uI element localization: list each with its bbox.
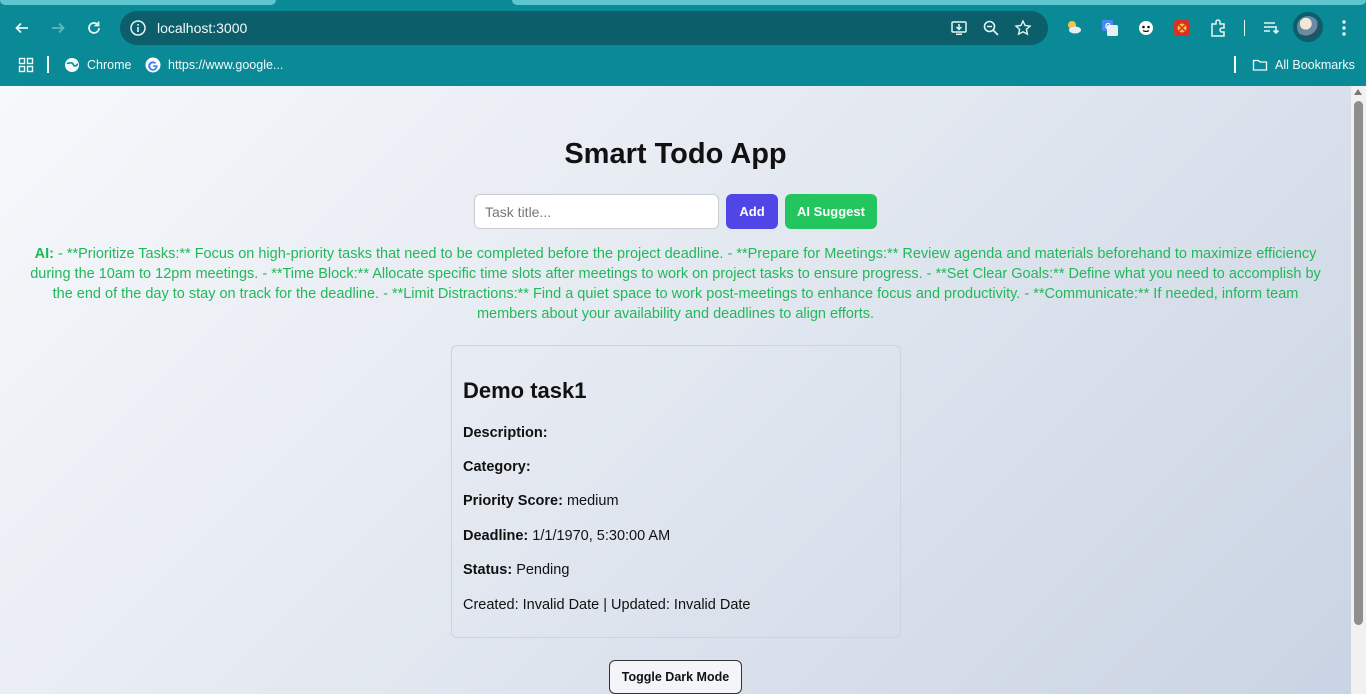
reload-icon[interactable]: [81, 15, 107, 41]
apps-grid-icon[interactable]: [18, 56, 34, 74]
bookmark-separator: [1234, 56, 1236, 73]
star-icon[interactable]: [1013, 18, 1033, 38]
bookmarks-bar: Chrome https://www.google... All Bookmar…: [0, 47, 1366, 85]
scroll-up-arrow-icon[interactable]: [1354, 89, 1362, 95]
ai-suggestion-body: - **Prioritize Tasks:** Focus on high-pr…: [30, 246, 1321, 322]
category-label: Category:: [463, 459, 531, 475]
face-extension-icon[interactable]: [1135, 17, 1157, 39]
toggle-dark-mode-button[interactable]: Toggle Dark Mode: [609, 660, 742, 694]
site-info-icon[interactable]: [129, 19, 147, 37]
extensions-puzzle-icon[interactable]: [1207, 17, 1229, 39]
all-bookmarks-label: All Bookmarks: [1275, 58, 1355, 72]
url-text[interactable]: localhost:3000: [157, 20, 247, 36]
task-status: Status: Pending: [463, 562, 569, 578]
reading-list-icon[interactable]: [1260, 17, 1282, 39]
globe-icon: [65, 58, 79, 72]
page-title: Smart Todo App: [564, 138, 787, 170]
status-label: Status:: [463, 562, 513, 578]
task-priority: Priority Score: medium: [463, 493, 619, 509]
scroll-thumb[interactable]: [1354, 101, 1363, 625]
deadline-label: Deadline:: [463, 528, 529, 544]
browser-toolbar: localhost:3000 G: [0, 10, 1366, 47]
tab-edge-left[interactable]: [0, 0, 276, 5]
bookmark-separator: [47, 56, 49, 73]
translate-extension-icon[interactable]: G: [1099, 17, 1121, 39]
ai-suggest-button[interactable]: AI Suggest: [785, 194, 877, 229]
task-card: Demo task1 Description: Category: Priori…: [451, 345, 901, 638]
folder-icon: [1252, 59, 1268, 71]
all-bookmarks[interactable]: All Bookmarks: [1252, 56, 1355, 74]
forward-icon[interactable]: [45, 15, 71, 41]
address-bar[interactable]: localhost:3000: [120, 11, 1048, 45]
task-description: Description:: [463, 425, 548, 441]
page-scrollbar[interactable]: [1351, 86, 1366, 694]
bookmark-chrome[interactable]: Chrome: [64, 56, 131, 74]
task-timestamps: Created: Invalid Date | Updated: Invalid…: [463, 597, 751, 613]
task-deadline: Deadline: 1/1/1970, 5:30:00 AM: [463, 528, 670, 544]
toolbar-divider: [1244, 20, 1245, 36]
task-title-input[interactable]: [474, 194, 719, 229]
task-title: Demo task1: [463, 378, 587, 403]
priority-label: Priority Score:: [463, 493, 563, 509]
google-icon: [145, 57, 161, 73]
weather-extension-icon[interactable]: [1063, 17, 1085, 39]
svg-text:G: G: [1105, 22, 1111, 31]
avatar-image: [1297, 16, 1319, 38]
priority-value: medium: [566, 493, 619, 509]
page-viewport: Smart Todo App Add AI Suggest AI: - **Pr…: [0, 86, 1366, 694]
install-app-icon[interactable]: [949, 18, 969, 38]
description-label: Description:: [463, 425, 548, 441]
bookmark-label: https://www.google...: [168, 58, 284, 72]
bookmark-label: Chrome: [87, 58, 132, 72]
back-icon[interactable]: [9, 15, 35, 41]
deadline-value: 1/1/1970, 5:30:00 AM: [532, 528, 671, 544]
badge-extension-icon[interactable]: [1171, 17, 1193, 39]
tab-strip: [0, 0, 1366, 10]
add-task-button[interactable]: Add: [726, 194, 778, 229]
status-value: Pending: [516, 562, 570, 578]
profile-avatar[interactable]: [1293, 12, 1323, 42]
task-category: Category:: [463, 459, 531, 475]
tab-edge-right[interactable]: [512, 0, 1366, 5]
ai-prefix: AI:: [34, 246, 54, 262]
ai-suggestion-text: AI: - **Prioritize Tasks:** Focus on hig…: [28, 244, 1323, 324]
menu-kebab-icon[interactable]: [1333, 17, 1355, 39]
zoom-icon[interactable]: [981, 18, 1001, 38]
bookmark-google[interactable]: https://www.google...: [145, 56, 283, 74]
